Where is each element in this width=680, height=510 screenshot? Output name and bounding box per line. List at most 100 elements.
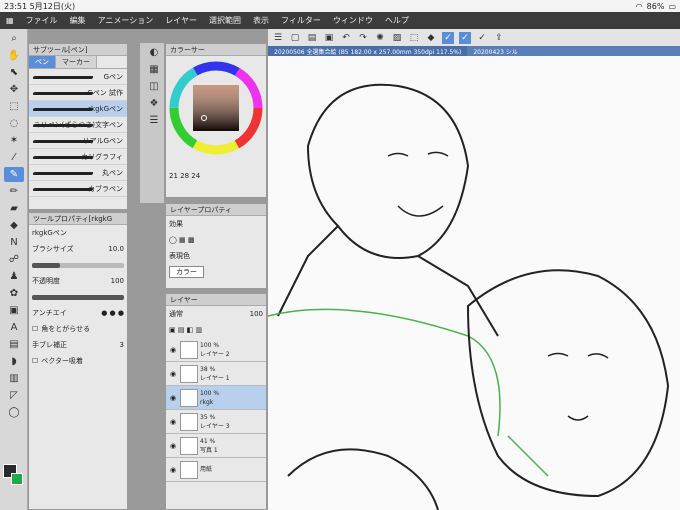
- share-icon[interactable]: ⇪: [493, 32, 505, 44]
- stabilization-row: 手ブレ補正 3: [29, 337, 127, 353]
- tab-marker[interactable]: マーカー: [56, 56, 97, 68]
- color-set-icon[interactable]: ▦: [144, 62, 164, 77]
- frame-icon[interactable]: ▤: [4, 337, 24, 352]
- brush-item[interactable]: Gペン 試作: [29, 85, 127, 101]
- effect-icons[interactable]: ◯ ▦ ▩: [169, 236, 195, 244]
- brush-item[interactable]: カリグラフィ: [29, 149, 127, 165]
- ruler-icon[interactable]: ◸: [4, 388, 24, 403]
- eye-icon[interactable]: ◉: [168, 466, 178, 474]
- checkbox-icon[interactable]: ☐: [32, 357, 38, 365]
- layer-thumbnail: [180, 460, 198, 479]
- layer-stack-icon[interactable]: ☰: [144, 113, 164, 128]
- menu-window[interactable]: ウィンドウ: [327, 15, 379, 26]
- brush-item[interactable]: リアルGペン: [29, 133, 127, 149]
- menu-animation[interactable]: アニメーション: [92, 15, 160, 26]
- layer-row[interactable]: ◉ 用紙: [166, 458, 266, 482]
- redo-icon[interactable]: ↷: [357, 32, 369, 44]
- layer-opacity[interactable]: 100: [250, 310, 263, 318]
- layer-row[interactable]: ◉ 41 % 写真 1: [166, 434, 266, 458]
- layer-row[interactable]: ◉ 100 % レイヤー 2: [166, 338, 266, 362]
- brush-item[interactable]: 丸ペン: [29, 165, 127, 181]
- material-icon[interactable]: ❖: [144, 96, 164, 111]
- hsv-values: 21 28 24: [169, 172, 201, 180]
- move-icon[interactable]: ✥: [4, 82, 24, 97]
- stabilizer-icon[interactable]: ✓: [442, 31, 454, 44]
- clear-icon[interactable]: ▨: [391, 32, 403, 44]
- transform-icon[interactable]: ⬚: [408, 32, 420, 44]
- eyedropper-icon[interactable]: ⁄: [4, 150, 24, 165]
- sub-color-swatch[interactable]: [11, 473, 23, 485]
- menu-help[interactable]: ヘルプ: [379, 15, 415, 26]
- layerprop-title: レイヤープロパティ: [170, 205, 232, 214]
- layer-row[interactable]: ◉ 35 % レイヤー 3: [166, 410, 266, 434]
- document-tab[interactable]: 20200423 シル: [467, 46, 523, 56]
- open-icon[interactable]: ▤: [306, 32, 318, 44]
- fill-icon[interactable]: ◆: [4, 218, 24, 233]
- eye-icon[interactable]: ◉: [168, 370, 178, 378]
- eye-icon[interactable]: ◉: [168, 418, 178, 426]
- blend-icon[interactable]: ☍: [4, 252, 24, 267]
- tab-pen[interactable]: ペン: [29, 56, 56, 68]
- hand-icon[interactable]: ✋: [4, 48, 24, 63]
- eye-icon[interactable]: ◉: [168, 442, 178, 450]
- menu-edit[interactable]: 編集: [64, 15, 92, 26]
- gradient-icon[interactable]: ▥: [4, 371, 24, 386]
- brush-size-slider[interactable]: [32, 262, 124, 268]
- brush-item-selected[interactable]: rkgkGペン: [29, 101, 127, 117]
- save-icon[interactable]: ▣: [323, 32, 335, 44]
- brush-item[interactable]: ミリペン(ざらつき)文字ペン: [29, 117, 127, 133]
- zoom-icon[interactable]: ⌕: [4, 31, 24, 46]
- text-icon[interactable]: A: [4, 320, 24, 335]
- pencil-icon[interactable]: ✏: [4, 184, 24, 199]
- loading-icon[interactable]: ✺: [374, 32, 386, 44]
- snap-icon[interactable]: ✓: [459, 31, 471, 44]
- app-icon[interactable]: ▦: [0, 16, 20, 25]
- fill-icon[interactable]: ◆: [425, 32, 437, 44]
- ruler-snap-icon[interactable]: ✓: [476, 32, 488, 44]
- layer-options-icons[interactable]: ▣ ▤ ◧ ▥: [169, 326, 202, 334]
- liquify-icon[interactable]: ◗: [4, 354, 24, 369]
- new-icon[interactable]: ▢: [289, 32, 301, 44]
- layer-name: 用紙: [200, 466, 213, 473]
- vector-icon[interactable]: Ν: [4, 235, 24, 250]
- brush-item[interactable]: Gペン: [29, 69, 127, 85]
- navigator-icon[interactable]: ◫: [144, 79, 164, 94]
- brush-icon[interactable]: ♟: [4, 269, 24, 284]
- opacity-slider[interactable]: [32, 294, 124, 300]
- color-wheel[interactable]: [166, 56, 266, 166]
- hsv-readout: 21 28 24: [166, 168, 266, 184]
- tool-property-panel: ツールプロパティ[rkgkG rkgkGペン ブラシサイズ 10.0 不透明度 10…: [28, 212, 128, 510]
- brush-size-value[interactable]: 10.0: [108, 245, 124, 253]
- decoration-icon[interactable]: ✿: [4, 286, 24, 301]
- layer-row-selected[interactable]: ◉ 100 % rkgk: [166, 386, 266, 410]
- checkbox-icon[interactable]: ☐: [32, 325, 38, 333]
- balloon-icon[interactable]: ◯: [4, 405, 24, 420]
- color-mode-select[interactable]: カラー: [169, 266, 204, 278]
- auto-select-icon[interactable]: ✶: [4, 133, 24, 148]
- color-wheel-icon[interactable]: ◐: [144, 45, 164, 60]
- menu-icon[interactable]: ☰: [272, 32, 284, 44]
- undo-icon[interactable]: ↶: [340, 32, 352, 44]
- stabilization-value[interactable]: 3: [120, 341, 124, 349]
- menu-view[interactable]: 表示: [247, 15, 275, 26]
- lasso-icon[interactable]: ◌: [4, 116, 24, 131]
- eye-icon[interactable]: ◉: [168, 346, 178, 354]
- menu-filter[interactable]: フィルター: [275, 15, 327, 26]
- blend-mode-select[interactable]: 通常: [169, 309, 183, 319]
- layer-row[interactable]: ◉ 38 % レイヤー 1: [166, 362, 266, 386]
- selection-icon[interactable]: ⬚: [4, 99, 24, 114]
- document-tab-active[interactable]: 20200506 全選集合絵 (B5 182.00 x 257.00mm 350…: [268, 46, 468, 56]
- brush-item[interactable]: カブラペン: [29, 181, 127, 197]
- antialias-options-icon[interactable]: ● ● ●: [101, 309, 124, 317]
- pen-icon[interactable]: ✎: [4, 167, 24, 182]
- menu-layer[interactable]: レイヤー: [159, 15, 203, 26]
- opacity-value[interactable]: 100: [111, 277, 124, 285]
- menu-file[interactable]: ファイル: [20, 15, 64, 26]
- operation-icon[interactable]: ⬉: [4, 65, 24, 80]
- subtool-panel: サブツール[ペン] ペン マーカー Gペン Gペン 試作 rkgkGペン ミリペ…: [28, 43, 128, 210]
- figure-icon[interactable]: ▣: [4, 303, 24, 318]
- canvas[interactable]: [268, 56, 680, 510]
- menu-selection[interactable]: 選択範囲: [203, 15, 247, 26]
- eye-icon[interactable]: ◉: [168, 394, 178, 402]
- eraser-icon[interactable]: ▰: [4, 201, 24, 216]
